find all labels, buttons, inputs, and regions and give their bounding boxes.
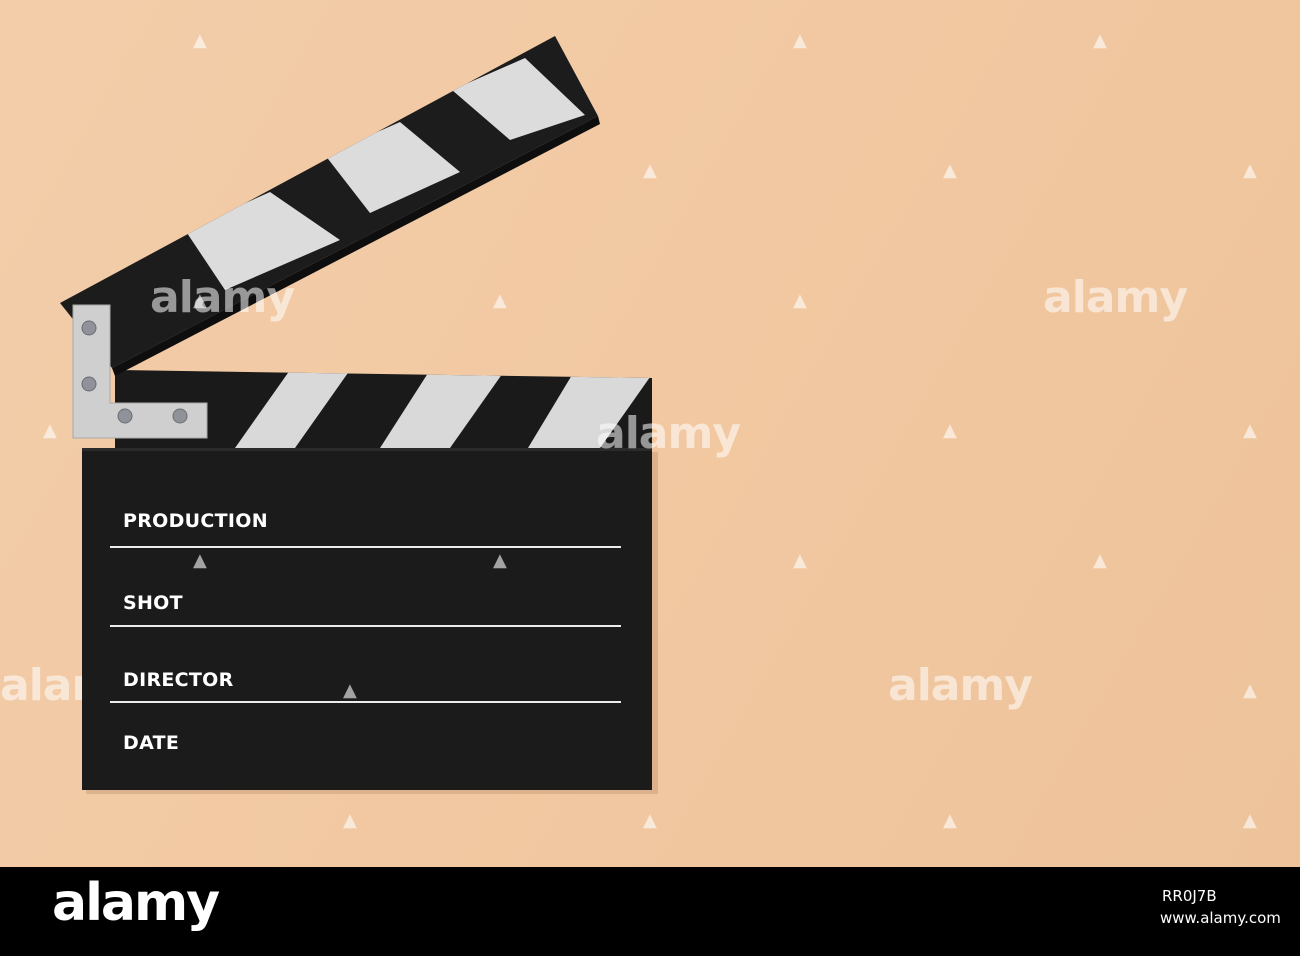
watermark-mark: ▲ xyxy=(343,680,357,701)
hinge-bolt xyxy=(81,376,97,392)
hinge-bolt xyxy=(172,408,188,424)
slate-label-production: PRODUCTION xyxy=(123,510,268,532)
slate-label-director: DIRECTOR xyxy=(123,669,234,691)
slate-label-date: DATE xyxy=(123,732,180,754)
watermark-text: alamy xyxy=(150,272,295,323)
watermark-mark: ▲ xyxy=(193,550,207,571)
photo: ▲ ▲ ▲ ▲ ▲ ▲ ▲ ▲ ▲ ▲ ▲ ▲ ▲ ▲ ▲ ▲ ▲ ▲ alam… xyxy=(0,0,1300,867)
footer-bar: alamy RR0J7B www.alamy.com xyxy=(0,867,1300,956)
footer-url: www.alamy.com xyxy=(1160,909,1281,927)
hinge-bolt xyxy=(117,408,133,424)
watermark-text: alamy xyxy=(596,408,741,459)
hinge-bolt xyxy=(81,320,97,336)
slate-label-shot: SHOT xyxy=(123,592,183,614)
image-id: RR0J7B xyxy=(1162,887,1217,905)
watermark-mark: ▲ xyxy=(493,550,507,571)
footer-logo: alamy xyxy=(52,873,220,933)
watermark-mark: ▲ xyxy=(193,290,207,311)
